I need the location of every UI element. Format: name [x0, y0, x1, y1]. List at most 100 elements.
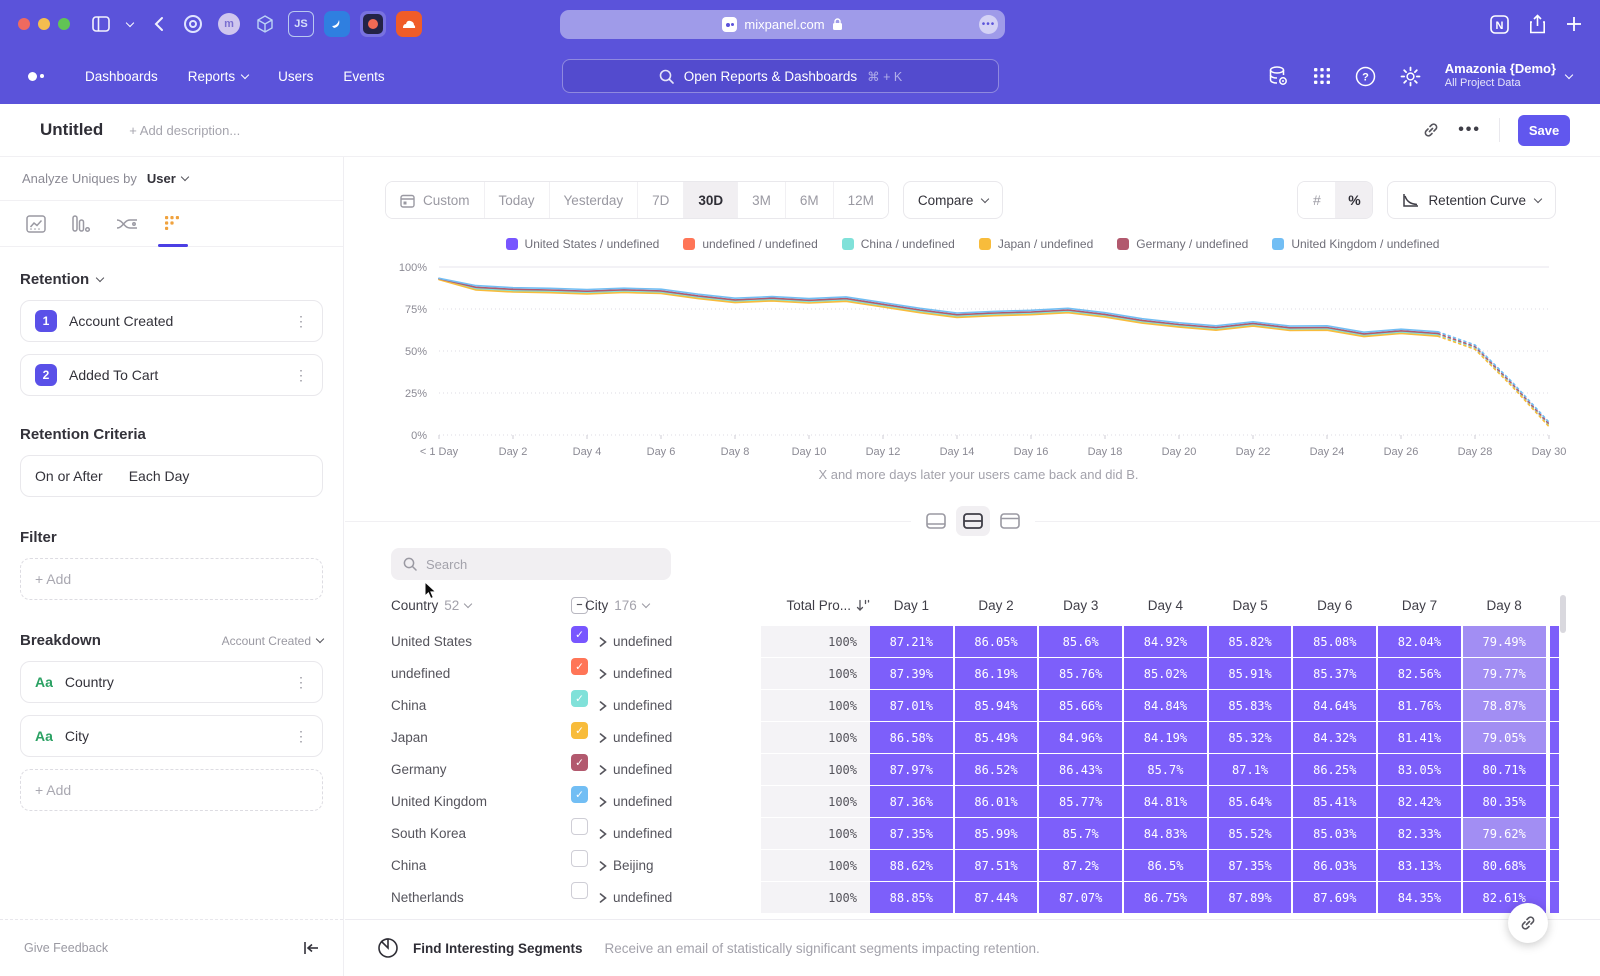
favicon-js-icon[interactable]: JS — [288, 11, 314, 37]
retention-value-cell[interactable]: 85.49% — [955, 722, 1038, 753]
row-checkbox[interactable]: ✓ — [571, 626, 599, 657]
retention-value-cell[interactable]: 87.2% — [1039, 850, 1122, 881]
retention-value-cell[interactable]: 80.35% — [1463, 786, 1546, 817]
day-column-header[interactable]: Day 3 — [1039, 598, 1122, 613]
mixpanel-logo[interactable] — [28, 72, 51, 81]
retention-value-cell[interactable]: 85.99% — [955, 818, 1038, 849]
view-split-button[interactable] — [956, 506, 990, 536]
retention-value-cell[interactable]: 87.1% — [1209, 754, 1292, 785]
vertical-scrollbar[interactable] — [1560, 595, 1566, 633]
retention-value-cell[interactable]: 79.62% — [1463, 818, 1546, 849]
breakdown-city[interactable]: Aa City ⋮ — [20, 715, 323, 757]
favicon-5-icon[interactable] — [324, 11, 350, 37]
retention-value-cell[interactable]: 87.36% — [870, 786, 953, 817]
retention-value-cell[interactable]: 85.41% — [1293, 786, 1376, 817]
range-12m[interactable]: 12M — [833, 182, 888, 218]
range-yesterday[interactable]: Yesterday — [549, 182, 638, 218]
day-column-header[interactable]: Day 4 — [1124, 598, 1207, 613]
nav-item-reports[interactable]: Reports — [188, 69, 248, 84]
tab-flows[interactable] — [116, 201, 138, 246]
compare-button[interactable]: Compare — [903, 181, 1004, 219]
day-column-header[interactable]: Day 6 — [1293, 598, 1376, 613]
table-search-input[interactable]: Search — [391, 548, 671, 580]
retention-value-cell[interactable]: 84.32% — [1293, 722, 1376, 753]
share-icon[interactable] — [1529, 14, 1546, 34]
add-description[interactable]: + Add description... — [129, 123, 240, 138]
copy-link-icon[interactable] — [1422, 121, 1440, 139]
retention-value-cell[interactable]: 79.05% — [1463, 722, 1546, 753]
expand-row-icon[interactable] — [599, 690, 613, 721]
column-total[interactable]: Total Pro... — [761, 598, 870, 613]
nav-item-users[interactable]: Users — [278, 69, 313, 84]
legend-item[interactable]: United Kingdom / undefined — [1272, 237, 1439, 251]
kebab-menu-icon[interactable]: ⋮ — [294, 729, 308, 743]
favicon-7-icon[interactable] — [396, 11, 422, 37]
retention-value-cell[interactable]: 85.32% — [1209, 722, 1292, 753]
retention-value-cell[interactable]: 79.77% — [1463, 658, 1546, 689]
retention-value-cell[interactable]: 87.07% — [1039, 882, 1122, 913]
retention-value-cell[interactable]: 86.19% — [955, 658, 1038, 689]
nav-item-dashboards[interactable]: Dashboards — [85, 69, 158, 84]
help-icon[interactable]: ? — [1355, 66, 1376, 87]
legend-item[interactable]: undefined / undefined — [683, 237, 817, 251]
nav-item-events[interactable]: Events — [343, 69, 384, 84]
retention-value-cell[interactable]: 84.35% — [1378, 882, 1461, 913]
breakdown-event-selector[interactable]: Account Created — [222, 634, 323, 648]
back-icon[interactable] — [146, 11, 172, 37]
retention-value-cell[interactable]: 80.71% — [1463, 754, 1546, 785]
day-column-header[interactable]: Day 8 — [1463, 598, 1546, 613]
retention-value-cell[interactable]: 87.35% — [1209, 850, 1292, 881]
retention-value-cell[interactable]: 87.35% — [870, 818, 953, 849]
tab-insights[interactable] — [26, 201, 46, 246]
favicon-2-icon[interactable]: m — [216, 11, 242, 37]
retention-value-cell[interactable]: 86.03% — [1293, 850, 1376, 881]
analyze-uniques-row[interactable]: Analyze Uniques by User — [0, 157, 343, 201]
step-account-created[interactable]: 1 Account Created ⋮ — [20, 300, 323, 342]
site-options-icon[interactable]: ••• — [979, 15, 998, 34]
address-bar[interactable]: mixpanel.com ••• — [560, 10, 1005, 39]
legend-item[interactable]: Germany / undefined — [1117, 237, 1248, 251]
window-controls[interactable] — [18, 18, 70, 30]
new-tab-icon[interactable] — [1566, 16, 1582, 32]
step-added-to-cart[interactable]: 2 Added To Cart ⋮ — [20, 354, 323, 396]
retention-value-cell[interactable]: 84.83% — [1124, 818, 1207, 849]
retention-value-cell[interactable]: 82.56% — [1378, 658, 1461, 689]
tab-chevron-icon[interactable] — [122, 11, 138, 37]
retention-value-cell[interactable]: 87.97% — [870, 754, 953, 785]
retention-value-cell[interactable]: 85.83% — [1209, 690, 1292, 721]
sidebar-toggle-icon[interactable] — [88, 11, 114, 37]
retention-value-cell[interactable]: 85.66% — [1039, 690, 1122, 721]
expand-row-icon[interactable] — [599, 626, 613, 657]
retention-value-cell[interactable]: 86.25% — [1293, 754, 1376, 785]
retention-value-cell[interactable]: 84.64% — [1293, 690, 1376, 721]
retention-value-cell[interactable]: 79.49% — [1463, 626, 1546, 657]
retention-value-cell[interactable]: 84.81% — [1124, 786, 1207, 817]
favicon-3-icon[interactable] — [252, 11, 278, 37]
retention-value-cell[interactable]: 85.82% — [1209, 626, 1292, 657]
apps-grid-icon[interactable] — [1313, 67, 1331, 85]
retention-section-heading[interactable]: Retention — [20, 271, 323, 288]
retention-value-cell[interactable]: 84.92% — [1124, 626, 1207, 657]
day-column-header[interactable]: Day 2 — [955, 598, 1038, 613]
retention-value-cell[interactable]: 85.64% — [1209, 786, 1292, 817]
retention-criteria-control[interactable]: On or After Each Day — [20, 455, 323, 497]
legend-item[interactable]: United States / undefined — [506, 237, 660, 251]
favicon-active-tab-icon[interactable] — [360, 11, 386, 37]
row-checkbox[interactable]: ✓ — [571, 658, 599, 689]
close-window-button[interactable] — [18, 18, 30, 30]
retention-value-cell[interactable]: 82.33% — [1378, 818, 1461, 849]
retention-value-cell[interactable]: 86.5% — [1124, 850, 1207, 881]
retention-value-cell[interactable]: 84.84% — [1124, 690, 1207, 721]
expand-row-icon[interactable] — [599, 786, 613, 817]
retention-value-cell[interactable]: 85.02% — [1124, 658, 1207, 689]
save-button[interactable]: Save — [1518, 115, 1570, 146]
retention-value-cell[interactable]: 85.6% — [1039, 626, 1122, 657]
row-checkbox[interactable]: ✓ — [571, 690, 599, 721]
day-column-header[interactable]: Day 7 — [1378, 598, 1461, 613]
retention-value-cell[interactable]: 83.05% — [1378, 754, 1461, 785]
expand-row-icon[interactable] — [599, 722, 613, 753]
retention-value-cell[interactable]: 87.44% — [955, 882, 1038, 913]
retention-value-cell[interactable]: 80.68% — [1463, 850, 1546, 881]
retention-value-cell[interactable]: 85.91% — [1209, 658, 1292, 689]
row-checkbox[interactable] — [571, 818, 599, 849]
